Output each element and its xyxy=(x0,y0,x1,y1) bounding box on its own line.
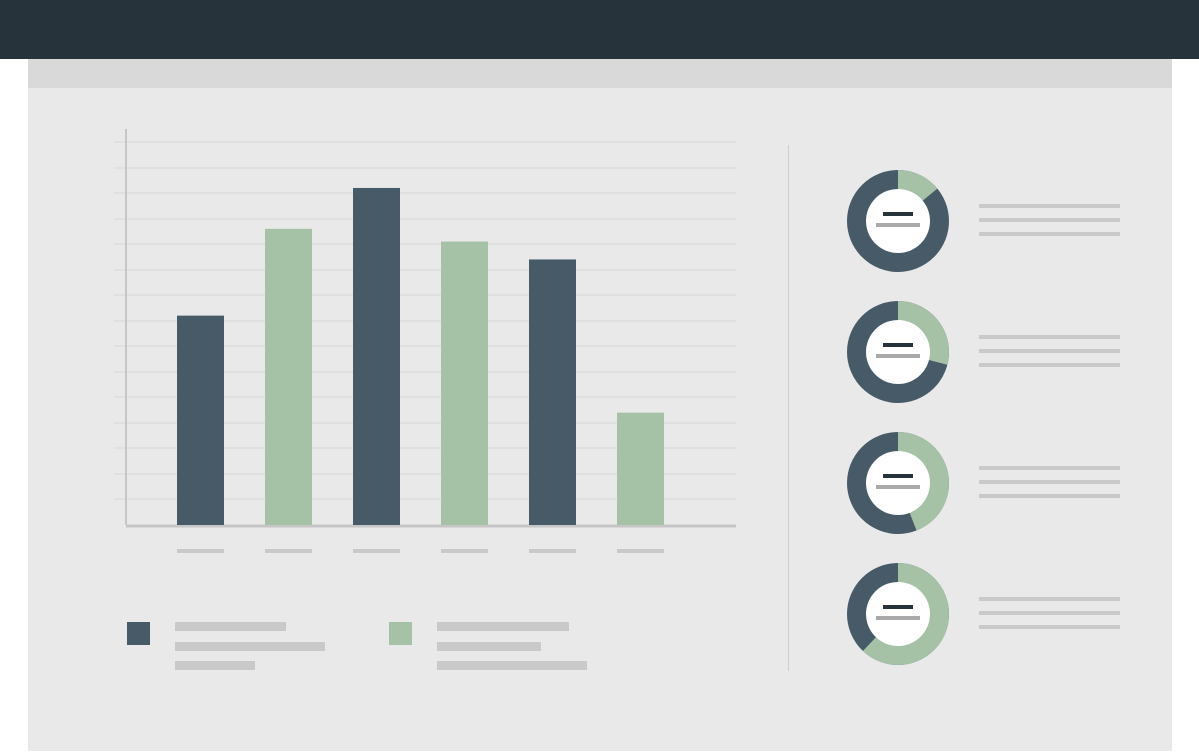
description-placeholder-line xyxy=(979,466,1120,470)
x-tick-label-placeholder xyxy=(265,549,312,553)
donut-chart xyxy=(847,301,949,403)
donut-label-placeholder xyxy=(876,354,920,358)
donut-item xyxy=(846,431,1126,535)
legend-placeholder-line xyxy=(437,622,569,631)
x-tick-label-placeholder xyxy=(353,549,400,553)
donut-value-placeholder xyxy=(883,605,913,609)
description-placeholder-line xyxy=(979,480,1120,484)
x-tick-label-placeholder xyxy=(617,549,664,553)
bar-2 xyxy=(265,228,312,525)
description-placeholder-line xyxy=(979,494,1120,498)
description-placeholder-line xyxy=(979,597,1120,601)
panel-divider xyxy=(788,145,789,671)
bar-5 xyxy=(529,259,576,525)
donut-label-placeholder xyxy=(876,485,920,489)
bar-3 xyxy=(353,187,400,525)
description-placeholder-line xyxy=(979,335,1120,339)
legend-placeholder-line xyxy=(175,622,286,631)
x-tick-label-placeholder xyxy=(529,549,576,553)
legend-placeholder-line xyxy=(437,642,541,651)
donut-value-placeholder xyxy=(883,212,913,216)
legend-item-light-series xyxy=(389,622,599,672)
x-tick-label-placeholder xyxy=(177,549,224,553)
legend-placeholder-line xyxy=(175,661,255,670)
x-tick-label-placeholder xyxy=(441,549,488,553)
donut-label-placeholder xyxy=(876,616,920,620)
legend-swatch-dark xyxy=(127,622,150,645)
description-placeholder-line xyxy=(979,204,1120,208)
donut-value-placeholder xyxy=(883,343,913,347)
bar-chart xyxy=(114,129,736,553)
donut-center xyxy=(866,582,930,646)
donut-center xyxy=(866,451,930,515)
description-placeholder-line xyxy=(979,218,1120,222)
top-bar xyxy=(0,0,1199,59)
legend-item-dark-series xyxy=(127,622,337,672)
legend-placeholder-line xyxy=(437,661,587,670)
description-placeholder-line xyxy=(979,349,1120,353)
donut-item xyxy=(846,169,1126,273)
donut-chart xyxy=(847,432,949,534)
description-placeholder-line xyxy=(979,625,1120,629)
description-placeholder-line xyxy=(979,611,1120,615)
donut-item xyxy=(846,300,1126,404)
bar-6 xyxy=(617,412,664,525)
bar-4 xyxy=(441,241,488,525)
donut-item xyxy=(846,562,1126,666)
donut-center xyxy=(866,189,930,253)
donut-chart xyxy=(847,563,949,665)
bar-1 xyxy=(177,315,224,525)
donut-value-placeholder xyxy=(883,474,913,478)
dashboard-panel xyxy=(28,59,1172,751)
legend-swatch-light xyxy=(389,622,412,645)
legend-placeholder-line xyxy=(175,642,325,651)
description-placeholder-line xyxy=(979,232,1120,236)
description-placeholder-line xyxy=(979,363,1120,367)
donut-chart xyxy=(847,170,949,272)
donut-label-placeholder xyxy=(876,223,920,227)
donut-center xyxy=(866,320,930,384)
